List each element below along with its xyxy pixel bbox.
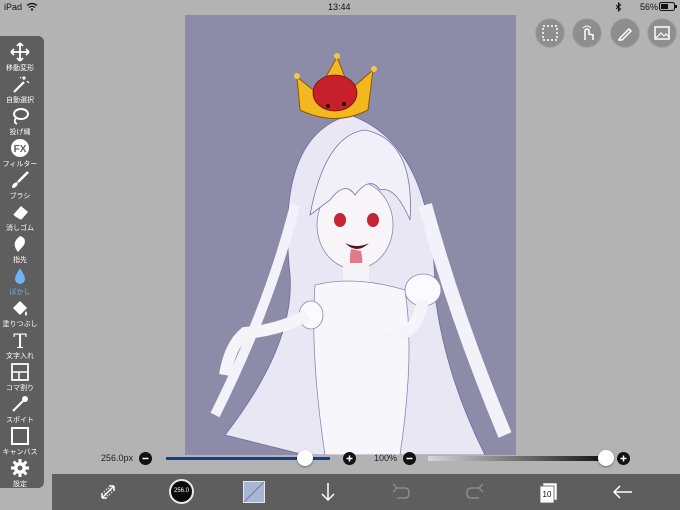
eraser-icon xyxy=(12,206,28,221)
gesture-button[interactable] xyxy=(572,18,602,48)
tool-fill[interactable]: 塗りつぶし xyxy=(0,296,40,328)
device-name: iPad xyxy=(4,2,23,12)
plus-icon xyxy=(620,455,627,462)
svg-text:T: T xyxy=(13,330,27,350)
opacity-decrease-button[interactable] xyxy=(403,452,416,465)
pen-button[interactable] xyxy=(610,18,640,48)
panel-frame-icon xyxy=(11,363,29,381)
dashed-selection-icon xyxy=(542,25,558,41)
fingertip-icon xyxy=(14,236,25,252)
redo-icon xyxy=(466,483,484,499)
gallery-button[interactable] xyxy=(647,18,677,48)
fx-filter-icon: FX xyxy=(11,139,29,157)
brush-icon xyxy=(12,171,29,188)
tool-move-transform[interactable]: 移動変形 xyxy=(0,40,40,72)
brush-size-decrease-button[interactable] xyxy=(139,452,152,465)
tool-palette: 移動変形 自動選択 投げ縄 FX フィルター ブラシ 消しゴム 指先 ぼかし 塗… xyxy=(0,36,44,488)
brush-size-increase-button[interactable] xyxy=(343,452,356,465)
tool-settings[interactable]: 設定 xyxy=(0,456,40,488)
tool-magic-wand[interactable]: 自動選択 xyxy=(0,72,40,104)
artwork-illustration xyxy=(210,53,512,455)
brush-size-slider-knob[interactable] xyxy=(297,450,314,466)
eyedropper-icon xyxy=(12,396,28,412)
tool-smudge[interactable]: 指先 xyxy=(0,232,40,264)
image-icon xyxy=(654,26,670,40)
selection-button[interactable] xyxy=(535,18,565,48)
pen-icon xyxy=(617,27,633,41)
bluetooth-icon xyxy=(615,2,622,12)
svg-text:FX: FX xyxy=(14,144,27,155)
tool-lasso[interactable]: 投げ縄 xyxy=(0,104,40,136)
undo-button[interactable] xyxy=(388,480,414,504)
transform-arrows-icon xyxy=(101,485,115,499)
magic-wand-icon xyxy=(13,76,30,93)
swatch-diagonal-icon xyxy=(243,481,265,503)
tool-blur[interactable]: ぼかし xyxy=(0,264,40,296)
canvas-square-icon xyxy=(11,427,29,445)
hand-touch-icon xyxy=(582,25,594,40)
minus-icon xyxy=(142,457,149,460)
tool-text[interactable]: T 文字入れ xyxy=(0,328,40,360)
move-arrows-icon xyxy=(10,42,30,62)
opacity-increase-button[interactable] xyxy=(617,452,630,465)
plus-icon xyxy=(346,455,353,462)
brush-preview-button[interactable]: 256.0 xyxy=(169,479,194,504)
layers-icon: 10 xyxy=(539,482,558,504)
svg-text:10: 10 xyxy=(543,490,552,499)
status-bar: iPad 13:44 56% xyxy=(0,0,680,14)
redo-button[interactable] xyxy=(462,480,488,504)
paint-bucket-icon xyxy=(13,301,27,316)
color-swatch-button[interactable] xyxy=(243,481,265,503)
undo-icon xyxy=(392,483,410,499)
tool-filter[interactable]: FX フィルター xyxy=(0,136,40,168)
tool-brush[interactable]: ブラシ xyxy=(0,168,40,200)
brush-size-value: 256.0px xyxy=(101,453,134,463)
wifi-icon xyxy=(26,2,38,11)
lasso-icon xyxy=(13,108,29,125)
tool-eyedropper[interactable]: スポイト xyxy=(0,392,40,424)
download-button[interactable] xyxy=(315,480,341,504)
gear-icon xyxy=(11,459,29,477)
opacity-slider-knob[interactable] xyxy=(598,450,614,466)
tool-canvas[interactable]: キャンバス xyxy=(0,424,40,456)
water-drop-icon xyxy=(15,268,25,284)
tool-panel-divide[interactable]: コマ割り xyxy=(0,360,40,392)
text-icon: T xyxy=(13,330,27,350)
drawing-canvas[interactable] xyxy=(185,15,516,455)
brush-preview-value: 256.0 xyxy=(173,488,189,494)
bottom-toolbar: 256.0 10 xyxy=(52,474,680,510)
back-button[interactable] xyxy=(610,480,636,504)
arrow-down-icon xyxy=(321,483,335,502)
transform-button[interactable] xyxy=(96,480,122,504)
battery-percent: 56% xyxy=(640,2,659,12)
minus-icon xyxy=(406,457,413,460)
tool-eraser[interactable]: 消しゴム xyxy=(0,200,40,232)
arrow-left-icon xyxy=(612,485,632,499)
layers-button[interactable]: 10 xyxy=(536,480,562,504)
battery-icon xyxy=(659,2,677,11)
opacity-slider-track[interactable] xyxy=(428,456,606,461)
clock: 13:44 xyxy=(328,2,351,12)
opacity-value: 100% xyxy=(374,453,398,463)
